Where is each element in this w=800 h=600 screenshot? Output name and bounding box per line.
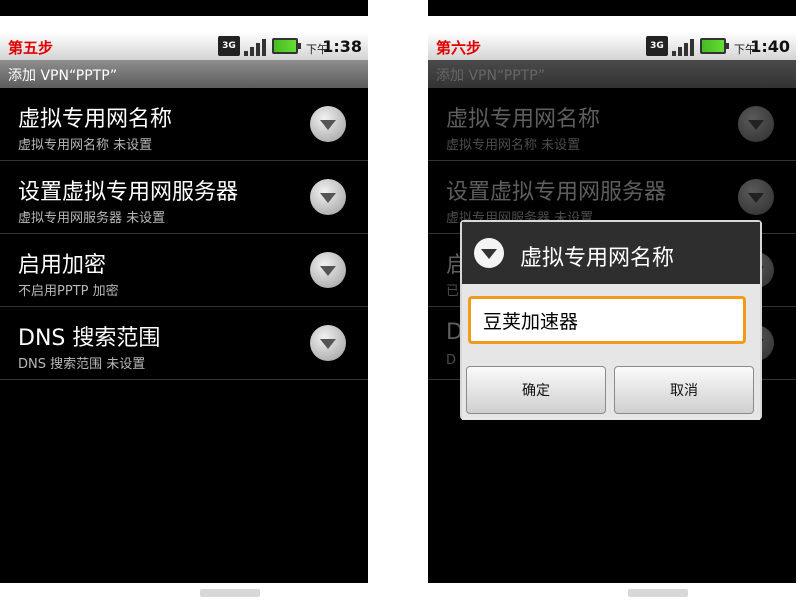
status-icons: 3G (646, 36, 729, 56)
ok-button[interactable]: 确定 (466, 366, 606, 414)
setting-vpn-name: 虚拟专用网名称 虚拟专用网名称 未设置 (428, 88, 796, 161)
next-screen-hint (628, 589, 688, 597)
dropdown-icon[interactable] (310, 252, 346, 288)
page-title: 添加 VPN“PPTP” (436, 68, 546, 84)
step-label: 第五步 (8, 39, 54, 57)
setting-title: 虚拟专用网名称 (446, 107, 601, 132)
dialog-body: 确定 取消 (462, 284, 760, 420)
spacer (428, 16, 796, 32)
status-bar: 第六步 3G 下午 1:40 (428, 32, 796, 60)
battery-icon (272, 38, 301, 54)
vpn-name-dialog: 虚拟专用网名称 确定 取消 (460, 220, 762, 420)
status-icons: 3G (218, 36, 301, 56)
signal-icon (244, 36, 268, 56)
setting-title: 设置虚拟专用网服务器 (446, 180, 667, 205)
dropdown-icon (738, 106, 774, 142)
setting-subtitle: 不启用PPTP 加密 (18, 284, 119, 299)
previous-screen-sliver (428, 0, 796, 16)
phone-screen-step-5: 第五步 3G 下午 1:38 添加 VPN“PPTP” 虚拟专用网名称 虚拟专用… (0, 0, 368, 600)
setting-subtitle: 虚拟专用网服务器 未设置 (18, 211, 166, 226)
title-bar: 添加 VPN“PPTP” (428, 60, 796, 88)
dropdown-icon[interactable] (310, 106, 346, 142)
setting-subtitle: DNS 搜索范围 未设置 (18, 357, 146, 372)
status-bar: 第五步 3G 下午 1:38 (0, 32, 368, 60)
setting-subtitle: 虚拟专用网名称 未设置 (18, 138, 153, 153)
dropdown-icon (474, 238, 504, 268)
setting-title: 设置虚拟专用网服务器 (18, 180, 239, 205)
vpn-name-input[interactable] (468, 296, 746, 344)
next-screen-hint (200, 589, 260, 597)
next-screen-edge (428, 583, 796, 600)
dialog-title: 虚拟专用网名称 (520, 246, 675, 271)
setting-title: 启用加密 (18, 253, 107, 278)
setting-dns-search[interactable]: DNS 搜索范围 DNS 搜索范围 未设置 (0, 307, 368, 380)
setting-subtitle: 已 (446, 284, 460, 299)
previous-screen-sliver (0, 0, 368, 16)
page-title: 添加 VPN“PPTP” (8, 68, 118, 84)
setting-vpn-name[interactable]: 虚拟专用网名称 虚拟专用网名称 未设置 (0, 88, 368, 161)
setting-subtitle: D (446, 353, 457, 368)
dropdown-icon[interactable] (310, 325, 346, 361)
battery-icon (700, 38, 729, 54)
dialog-buttons: 确定 取消 (462, 366, 760, 416)
step-label: 第六步 (436, 39, 482, 57)
dropdown-icon[interactable] (310, 179, 346, 215)
next-screen-edge (0, 583, 368, 600)
setting-encryption[interactable]: 启用加密 不启用PPTP 加密 (0, 234, 368, 307)
setting-title: DNS 搜索范围 (18, 326, 161, 351)
dialog-header: 虚拟专用网名称 (462, 222, 760, 284)
spacer (0, 16, 368, 32)
vpn-settings-list: 虚拟专用网名称 虚拟专用网名称 未设置 设置虚拟专用网服务器 虚拟专用网服务器 … (0, 88, 368, 380)
cancel-button[interactable]: 取消 (614, 366, 754, 414)
title-bar: 添加 VPN“PPTP” (0, 60, 368, 88)
clock: 1:38 (322, 37, 362, 56)
setting-subtitle: 虚拟专用网名称 未设置 (446, 138, 581, 153)
clock: 1:40 (750, 37, 790, 56)
phone-screen-step-6: 第六步 3G 下午 1:40 添加 VPN“PPTP” 虚拟专用网名称 虚拟专用… (428, 0, 796, 600)
3g-icon: 3G (218, 36, 240, 56)
signal-icon (672, 36, 696, 56)
setting-vpn-server[interactable]: 设置虚拟专用网服务器 虚拟专用网服务器 未设置 (0, 161, 368, 234)
dropdown-icon (738, 179, 774, 215)
setting-title: 虚拟专用网名称 (18, 107, 173, 132)
3g-icon: 3G (646, 36, 668, 56)
